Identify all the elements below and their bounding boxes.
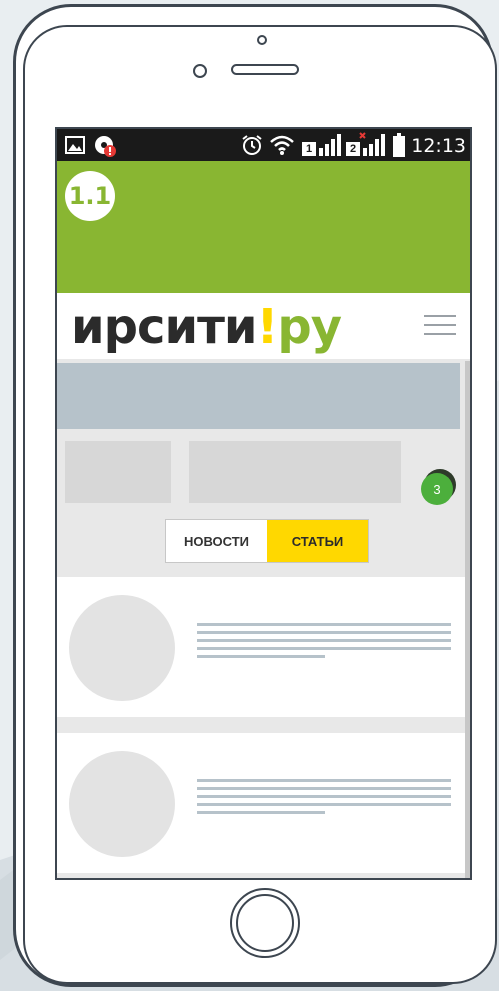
- step-badge: 1.1: [65, 171, 115, 221]
- thumbnail-placeholder: [69, 751, 175, 857]
- tab-news[interactable]: НОВОСТИ: [166, 520, 267, 562]
- text-line-placeholder: [197, 787, 451, 790]
- site-header: ирсити!ру: [57, 293, 470, 359]
- logo-main-text: ирсити: [71, 299, 258, 355]
- text-line-placeholder: [197, 639, 451, 642]
- front-camera: [257, 35, 267, 45]
- sim1-label: 1: [306, 143, 313, 155]
- phone-screen: 1 2 12:13 1.1 ирсити!ру 3 НОВОСТИ СТАТЬИ: [55, 127, 472, 880]
- banner-placeholder: [57, 363, 460, 429]
- logo-suffix: ру: [277, 299, 342, 355]
- text-line-placeholder: [197, 623, 451, 626]
- text-line-placeholder: [197, 803, 451, 806]
- tab-articles[interactable]: СТАТЬИ: [267, 520, 368, 562]
- menu-icon[interactable]: [424, 315, 456, 337]
- text-line-placeholder: [197, 811, 325, 814]
- content-tabs: НОВОСТИ СТАТЬИ: [165, 519, 369, 563]
- wifi-icon: [270, 135, 294, 155]
- scrollbar[interactable]: [465, 361, 470, 878]
- content-block-placeholder: [65, 441, 171, 503]
- text-line-placeholder: [197, 795, 451, 798]
- home-button: [230, 888, 300, 958]
- alarm-icon: [242, 135, 262, 155]
- status-bar: 1 2 12:13: [57, 129, 470, 161]
- battery-icon: [393, 133, 405, 157]
- proximity-sensor: [193, 64, 207, 78]
- content-block-placeholder: [189, 441, 401, 503]
- thumbnail-placeholder: [69, 595, 175, 701]
- list-item[interactable]: [57, 733, 467, 873]
- sim2-label: 2: [350, 143, 357, 155]
- count-badge[interactable]: 3: [421, 473, 453, 505]
- text-line-placeholder: [197, 647, 451, 650]
- text-line-placeholder: [197, 631, 451, 634]
- text-line-placeholder: [197, 655, 325, 658]
- text-line-placeholder: [197, 779, 451, 782]
- site-logo[interactable]: ирсити!ру: [71, 299, 342, 355]
- logo-exclamation: !: [256, 299, 279, 355]
- app-notification-icon: [95, 136, 116, 157]
- gallery-icon: [65, 136, 85, 154]
- tutorial-header: 1.1: [57, 161, 470, 293]
- earpiece-speaker: [231, 64, 299, 75]
- list-item[interactable]: [57, 577, 467, 717]
- status-time: 12:13: [411, 135, 466, 157]
